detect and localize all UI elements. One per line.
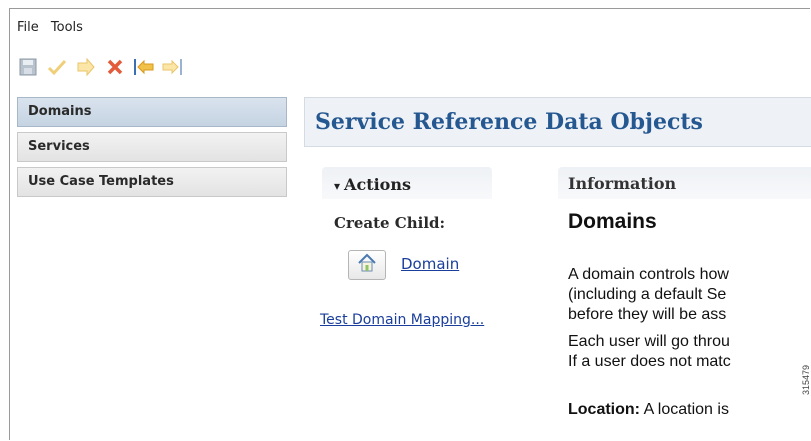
menu-tools[interactable]: Tools [51, 20, 83, 35]
information-paragraph-1: A domain controls how (including a defau… [568, 265, 729, 325]
info-text-line: before they will be ass [568, 306, 727, 323]
export-icon[interactable] [162, 56, 184, 78]
domain-create-button[interactable] [348, 250, 386, 280]
information-section-header: Information [558, 167, 811, 199]
home-icon [357, 253, 377, 277]
sidebar-item-services[interactable]: Services [17, 132, 287, 162]
sidebar-item-label: Use Case Templates [28, 174, 174, 189]
information-header-label: Information [568, 174, 677, 193]
page-header: Service Reference Data Objects [304, 97, 811, 147]
information-title: Domains [568, 210, 657, 233]
sidebar-item-label: Services [28, 139, 90, 154]
page-title: Service Reference Data Objects [315, 109, 703, 135]
actions-section-header[interactable]: ▾ Actions [322, 167, 492, 199]
menu-bar: File Tools [17, 20, 91, 35]
save-icon[interactable] [17, 56, 39, 78]
menu-file[interactable]: File [17, 20, 39, 35]
main-panel: Service Reference Data Objects ▾ Actions … [304, 97, 811, 441]
info-text-line: A domain controls how [568, 266, 729, 283]
delete-icon[interactable] [104, 56, 126, 78]
location-text: A location is [640, 401, 729, 418]
information-paragraph-3: Location: A location is [568, 400, 729, 420]
create-child-label: Create Child: [334, 214, 446, 232]
forward-arrow-icon[interactable] [75, 56, 97, 78]
sidebar-item-label: Domains [28, 104, 92, 119]
location-label: Location: [568, 401, 640, 418]
import-icon[interactable] [133, 56, 155, 78]
sidebar-item-use-case-templates[interactable]: Use Case Templates [17, 167, 287, 197]
information-paragraph-2: Each user will go throu If a user does n… [568, 332, 731, 372]
test-domain-mapping-link[interactable]: Test Domain Mapping... [320, 312, 484, 328]
sidebar: Domains Services Use Case Templates [17, 97, 287, 202]
domain-link[interactable]: Domain [401, 255, 459, 273]
collapse-arrow-icon: ▾ [334, 179, 341, 193]
sidebar-item-domains[interactable]: Domains [17, 97, 287, 127]
info-text-line: Each user will go throu [568, 333, 730, 350]
actions-header-label: Actions [344, 175, 411, 194]
info-text-line: (including a default Se [568, 286, 727, 303]
check-icon[interactable] [46, 56, 68, 78]
toolbar [17, 55, 184, 79]
info-text-line: If a user does not matc [568, 353, 731, 370]
figure-number: 315479 [801, 365, 811, 396]
